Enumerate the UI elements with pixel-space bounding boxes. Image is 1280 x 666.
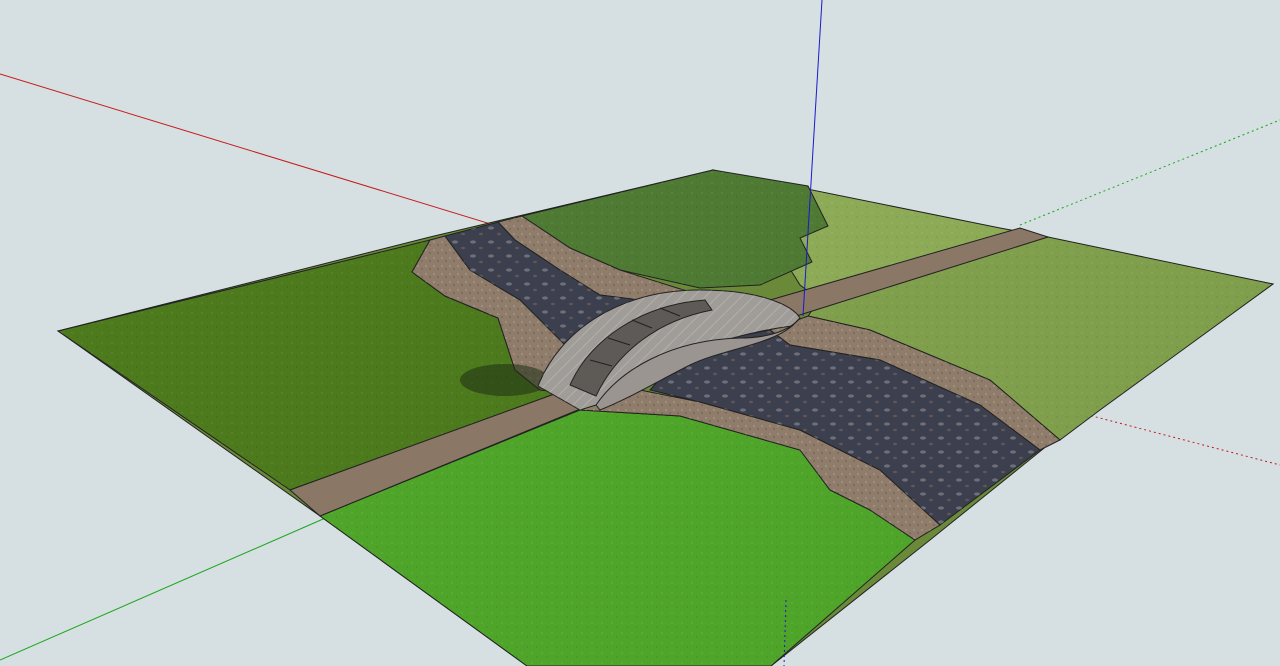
green-axis-line	[0, 515, 331, 661]
3d-scene[interactable]	[0, 0, 1280, 666]
modeling-viewport[interactable]	[0, 0, 1280, 666]
green-axis-dotted	[1019, 119, 1280, 226]
bridge-shadow	[460, 364, 550, 396]
